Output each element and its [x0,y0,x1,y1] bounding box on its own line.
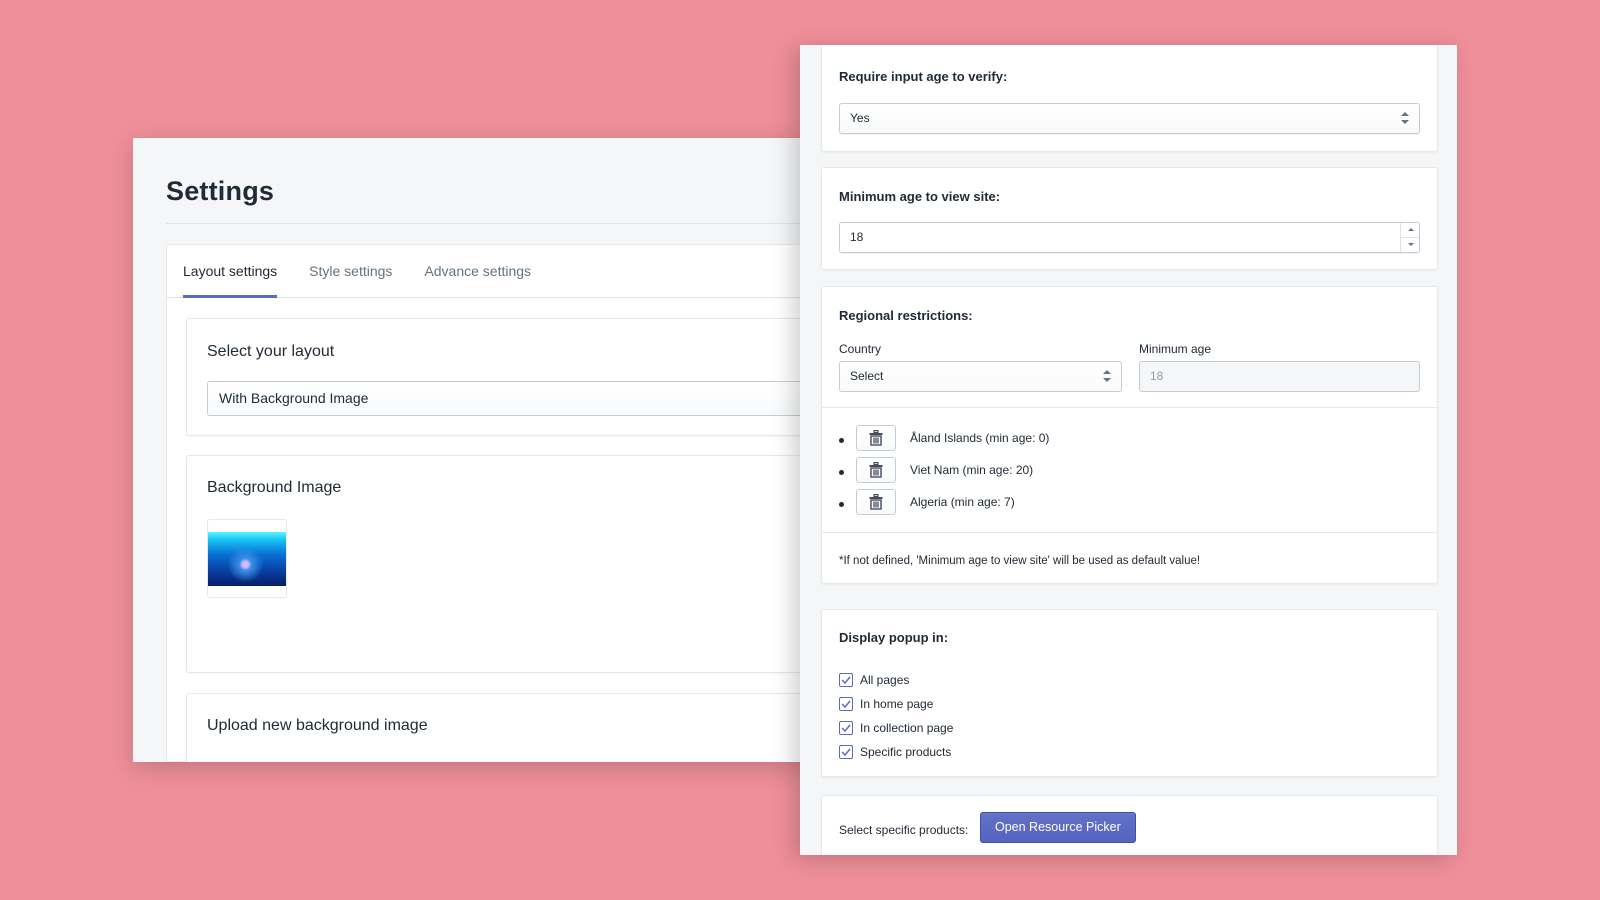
option-collection-page[interactable]: In collection page [839,716,953,740]
open-resource-picker-button[interactable]: Open Resource Picker [980,812,1136,843]
settings-window: Settings Layout settings Style settings … [133,138,813,762]
bullet-icon [839,469,844,475]
checkmark-icon [841,748,851,756]
verify-label: Require input age to verify: [839,69,1008,84]
trash-icon [869,462,883,478]
tab-advance-settings[interactable]: Advance settings [424,245,531,297]
page-title: Settings [166,176,275,206]
min-age-label: Minimum age to view site: [839,189,1001,204]
option-home-page[interactable]: In home page [839,692,953,716]
verify-select[interactable]: Yes [839,103,1420,134]
checkmark-icon [841,700,851,708]
option-label: In home page [860,697,934,711]
checkmark-icon [841,676,851,684]
layout-select[interactable]: With Background Image [207,381,813,416]
display-popup-card: Display popup in: All pages In home page… [821,609,1438,777]
list-item: Algeria (min age: 7) [839,486,1049,518]
select-arrows-icon [1401,112,1409,124]
restriction-text: Algeria (min age: 7) [910,495,1015,509]
verify-select-value: Yes [850,111,870,125]
delete-button[interactable] [856,425,896,451]
background-image-heading: Background Image [207,479,342,496]
restriction-text: Viet Nam (min age: 20) [910,463,1034,477]
min-age-input[interactable]: 18 [839,222,1420,253]
decrement-icon[interactable] [1401,238,1419,253]
background-image-section: Background Image [186,455,813,673]
default-value-note: *If not defined, 'Minimum age to view si… [839,555,1201,567]
trash-icon [869,430,883,446]
regional-label: Regional restrictions: [839,308,973,323]
delete-button[interactable] [856,489,896,515]
tab-bar: Layout settings Style settings Advance s… [167,245,813,298]
underwater-image [208,532,286,586]
regional-card: Regional restrictions: Country Minimum a… [821,286,1438,584]
specific-products-label: Select specific products: [839,823,969,837]
upload-heading: Upload new background image [207,717,428,734]
title-divider [166,223,813,224]
divider [822,407,1437,408]
tab-layout-settings[interactable]: Layout settings [183,245,278,298]
display-options: All pages In home page In collection pag… [839,668,953,764]
checkmark-icon [841,724,851,732]
delete-button[interactable] [856,457,896,483]
list-item: Viet Nam (min age: 20) [839,454,1049,486]
layout-section: Select your layout With Background Image [186,318,813,436]
divider [822,532,1437,533]
country-label: Country [839,342,882,356]
background-thumbnail[interactable] [207,519,287,598]
regional-min-age-input[interactable]: 18 [1139,361,1420,392]
option-specific-products[interactable]: Specific products [839,740,953,764]
min-age-value: 18 [850,230,864,244]
checkbox-checked[interactable] [839,721,853,735]
restriction-list: Åland Islands (min age: 0) Viet Nam (min… [839,422,1049,518]
list-item: Åland Islands (min age: 0) [839,422,1049,454]
checkbox-checked[interactable] [839,673,853,687]
option-all-pages[interactable]: All pages [839,668,953,692]
bullet-icon [839,437,844,443]
verify-card: Require input age to verify: Yes [821,45,1438,152]
settings-card: Layout settings Style settings Advance s… [166,244,813,762]
restriction-text: Åland Islands (min age: 0) [910,431,1050,445]
advance-settings-window: Require input age to verify: Yes Minimum… [800,45,1457,855]
option-label: In collection page [860,721,954,735]
checkbox-checked[interactable] [839,697,853,711]
option-label: Specific products [860,745,952,759]
layout-heading: Select your layout [207,343,335,360]
country-select-value: Select [850,369,884,383]
checkbox-checked[interactable] [839,745,853,759]
number-spinner [1400,223,1419,252]
option-label: All pages [860,673,910,687]
country-select[interactable]: Select [839,361,1122,392]
trash-icon [869,494,883,510]
min-age-col-label: Minimum age [1139,342,1212,356]
specific-products-card: Select specific products: Open Resource … [821,795,1438,855]
tab-style-settings[interactable]: Style settings [309,245,392,297]
select-arrows-icon [1103,370,1111,382]
upload-section: Upload new background image [186,693,813,762]
display-popup-label: Display popup in: [839,630,949,645]
bullet-icon [839,501,844,507]
increment-icon[interactable] [1401,223,1419,238]
min-age-card: Minimum age to view site: 18 [821,167,1438,270]
